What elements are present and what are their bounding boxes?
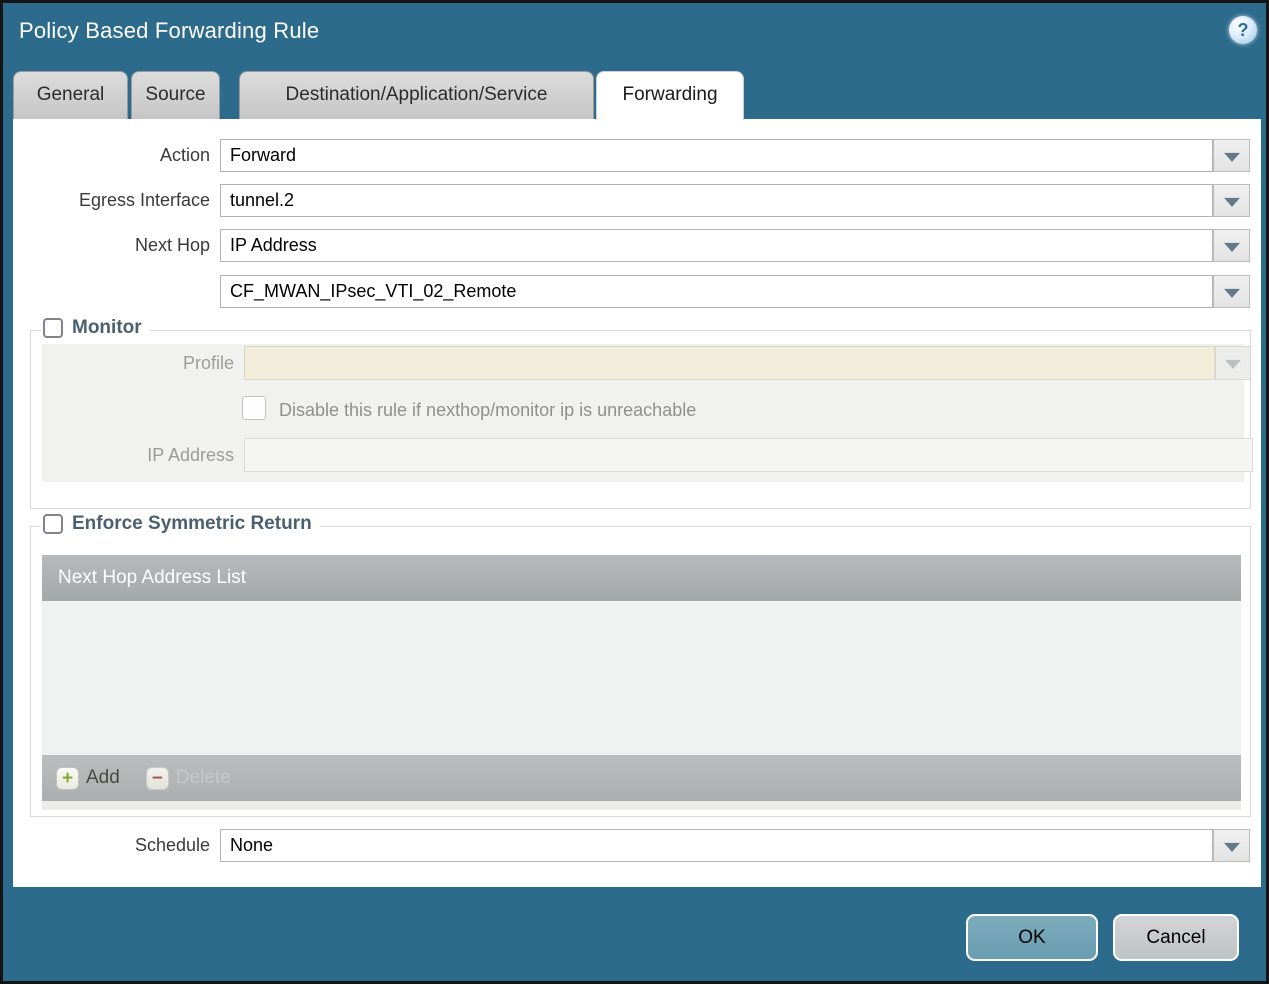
forwarding-tab-panel: Action Forward Egress Interface tunnel.2… (13, 119, 1261, 887)
profile-dropdown-button (1215, 346, 1251, 380)
chevron-down-icon (1223, 152, 1240, 162)
help-icon[interactable]: ? (1229, 16, 1257, 44)
next-hop-address-list-header: Next Hop Address List (42, 555, 1241, 601)
delete-button: − Delete (145, 766, 231, 790)
add-button[interactable]: + Add (56, 766, 120, 790)
profile-select-disabled (244, 346, 1215, 380)
cancel-button[interactable]: Cancel (1113, 914, 1239, 961)
add-icon: + (56, 766, 79, 790)
next-hop-address-table: Next Hop Address List + Add − Delete (42, 555, 1241, 810)
chevron-down-icon (1223, 197, 1240, 207)
symmetric-return-legend: Enforce Symmetric Return (41, 513, 320, 535)
chevron-down-icon (1223, 842, 1240, 852)
monitor-legend: Monitor (41, 317, 150, 339)
delete-button-label: Delete (175, 767, 231, 788)
monitor-body: Profile Disable this rule if nexthop/mon… (42, 344, 1253, 482)
next-hop-address-select[interactable]: CF_MWAN_IPsec_VTI_02_Remote (220, 275, 1213, 308)
tab-source[interactable]: Source (131, 71, 220, 119)
egress-interface-select[interactable]: tunnel.2 (220, 184, 1213, 217)
table-bottom-strip (42, 801, 1241, 810)
monitor-ip-address-input (244, 438, 1253, 472)
monitor-legend-label: Monitor (72, 317, 142, 338)
next-hop-select[interactable]: IP Address (220, 229, 1213, 262)
next-hop-address-list-body[interactable] (42, 601, 1241, 755)
policy-based-forwarding-dialog: Policy Based Forwarding Rule ? General S… (0, 0, 1269, 984)
schedule-select[interactable]: None (220, 829, 1213, 862)
enforce-symmetric-return-checkbox[interactable] (43, 514, 63, 534)
monitor-checkbox[interactable] (43, 318, 63, 338)
chevron-down-icon (1225, 359, 1241, 369)
delete-icon: − (145, 766, 169, 790)
action-dropdown-button[interactable] (1213, 139, 1250, 172)
monitor-fieldset: Monitor Profile Disable this rule if nex… (30, 317, 1253, 509)
ok-button[interactable]: OK (966, 914, 1098, 961)
symmetric-return-legend-label: Enforce Symmetric Return (72, 513, 312, 534)
next-hop-dropdown-button[interactable] (1213, 229, 1250, 262)
egress-interface-dropdown-button[interactable] (1213, 184, 1250, 217)
next-hop-address-dropdown-button[interactable] (1213, 275, 1250, 308)
disable-rule-checkbox-label: Disable this rule if nexthop/monitor ip … (279, 400, 697, 420)
chevron-down-icon (1223, 242, 1240, 252)
table-toolbar: + Add − Delete (42, 755, 1241, 801)
dialog-title: Policy Based Forwarding Rule (19, 18, 320, 43)
action-label: Action (159, 145, 210, 165)
disable-rule-checkbox (242, 396, 266, 420)
monitor-ip-address-label: IP Address (147, 445, 234, 465)
profile-label: Profile (182, 353, 234, 373)
schedule-label: Schedule (134, 835, 210, 855)
symmetric-return-fieldset: Enforce Symmetric Return Next Hop Addres… (30, 513, 1251, 817)
egress-interface-label: Egress Interface (78, 190, 210, 210)
next-hop-label: Next Hop (134, 235, 210, 255)
schedule-dropdown-button[interactable] (1213, 829, 1250, 862)
chevron-down-icon (1223, 288, 1240, 298)
action-select[interactable]: Forward (220, 139, 1213, 172)
add-button-label: Add (86, 767, 120, 788)
tab-destination-application-service[interactable]: Destination/Application/Service (239, 71, 594, 119)
tab-general[interactable]: General (13, 71, 128, 119)
tab-forwarding[interactable]: Forwarding (596, 71, 744, 120)
